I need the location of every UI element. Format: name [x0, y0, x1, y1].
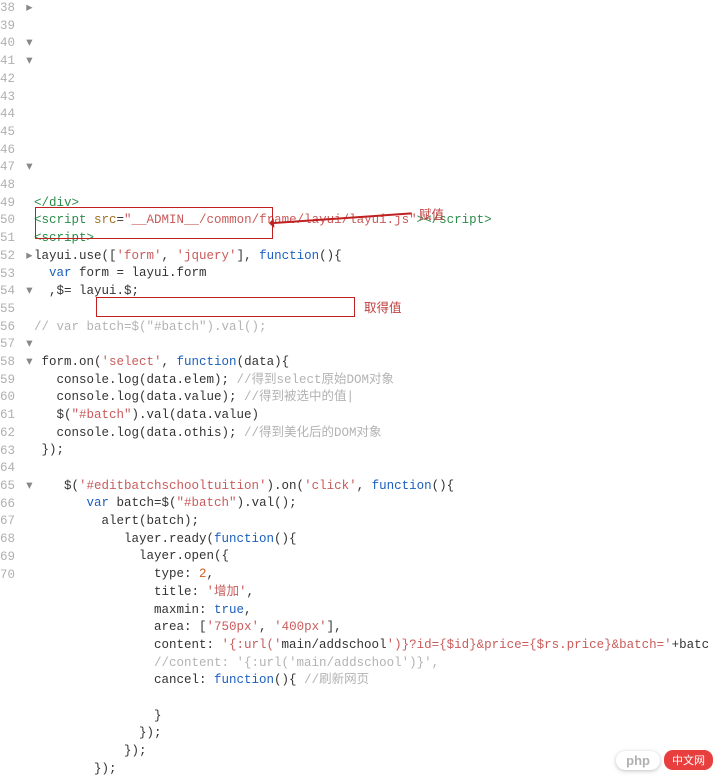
code-line	[34, 336, 721, 354]
line-number: 59	[0, 372, 26, 390]
code-line: var batch=$("#batch").val();	[34, 495, 721, 513]
line-number: 61	[0, 407, 26, 425]
line-number: 58 ▾	[0, 354, 26, 372]
line-number: 47 ▾	[0, 159, 26, 177]
label-getvalue: 取得值	[364, 300, 402, 318]
code-editor: 38 ▸39 40 ▾41 ▾42 43 44 45 46 47 ▾48 49 …	[0, 0, 721, 778]
code-line: $('#editbatchschooltuition').on('click',…	[34, 478, 721, 496]
line-number: 46	[0, 142, 26, 160]
code-line: var form = layui.form	[34, 265, 721, 283]
code-line: }	[34, 708, 721, 726]
code-line: </div>	[34, 195, 721, 213]
line-number: 57 ▾	[0, 336, 26, 354]
code-line: $("#batch").val(data.value)	[34, 407, 721, 425]
line-number: 40 ▾	[0, 35, 26, 53]
line-number: 50	[0, 212, 26, 230]
code-line: console.log(data.elem); //得到select原始DOM对…	[34, 372, 721, 390]
line-number-gutter: 38 ▸39 40 ▾41 ▾42 43 44 45 46 47 ▾48 49 …	[0, 0, 34, 778]
code-line: // var batch=$("#batch").val();	[34, 319, 721, 337]
code-line: cancel: function(){ //刷新网页	[34, 672, 721, 690]
code-line: type: 2,	[34, 566, 721, 584]
line-number: 48	[0, 177, 26, 195]
line-number: 52 ▸	[0, 248, 26, 266]
code-line: layui.use(['form', 'jquery'], function()…	[34, 248, 721, 266]
code-line: ,$= layui.$;	[34, 283, 721, 301]
line-number: 64	[0, 460, 26, 478]
code-line: console.log(data.othis); //得到美化后的DOM对象	[34, 425, 721, 443]
line-number: 38 ▸	[0, 0, 26, 18]
code-line: area: ['750px', '400px'],	[34, 619, 721, 637]
code-line: console.log(data.value); //得到被选中的值|	[34, 389, 721, 407]
code-area: 赋值 取得值 </div><script src="__ADMIN__/comm…	[34, 0, 721, 778]
line-number: 55	[0, 301, 26, 319]
line-number: 67	[0, 513, 26, 531]
code-line: //content: '{:url('main/addschool')}',	[34, 655, 721, 673]
line-number: 54 ▾	[0, 283, 26, 301]
line-number: 56	[0, 319, 26, 337]
line-number: 60	[0, 389, 26, 407]
line-number: 69	[0, 549, 26, 567]
code-line: alert(batch);	[34, 513, 721, 531]
watermark-brand: php	[616, 751, 660, 770]
line-number: 39	[0, 18, 26, 36]
code-line: });	[34, 442, 721, 460]
code-line: <script>	[34, 230, 721, 248]
line-number: 62	[0, 425, 26, 443]
line-number: 70	[0, 567, 26, 585]
line-number: 49	[0, 195, 26, 213]
line-number: 63	[0, 443, 26, 461]
code-line	[34, 460, 721, 478]
line-number: 44	[0, 106, 26, 124]
code-line: title: '增加',	[34, 584, 721, 602]
line-number: 42	[0, 71, 26, 89]
watermark-site: 中文网	[664, 750, 713, 770]
code-line: content: '{:url('main/addschool')}?id={$…	[34, 637, 721, 655]
code-line: form.on('select', function(data){	[34, 354, 721, 372]
line-number: 68	[0, 531, 26, 549]
line-number: 53	[0, 266, 26, 284]
line-number: 51	[0, 230, 26, 248]
code-line: maxmin: true,	[34, 602, 721, 620]
line-number: 66	[0, 496, 26, 514]
code-line: layer.open({	[34, 548, 721, 566]
label-assign: 赋值	[419, 207, 444, 225]
code-line	[34, 690, 721, 708]
line-number: 65 ▾	[0, 478, 26, 496]
line-number: 45	[0, 124, 26, 142]
line-number: 41 ▾	[0, 53, 26, 71]
code-line: });	[34, 725, 721, 743]
code-line: layer.ready(function(){	[34, 531, 721, 549]
line-number: 43	[0, 89, 26, 107]
watermark: php 中文网	[616, 750, 713, 770]
